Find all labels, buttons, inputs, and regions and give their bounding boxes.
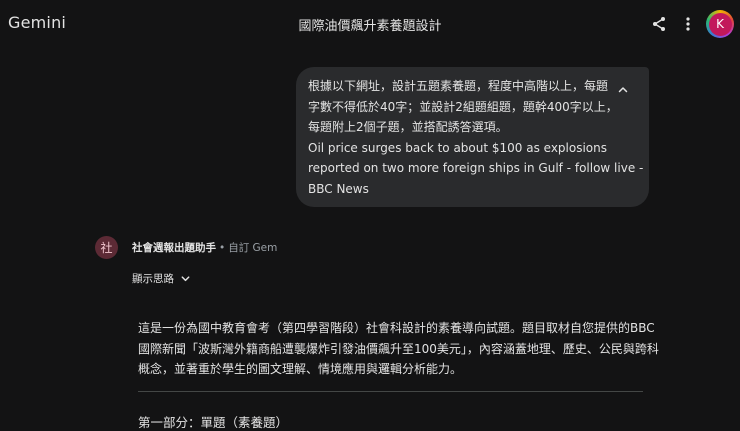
user-message-line: Oil price surges back to about $100 as e… [308, 140, 608, 155]
gem-name-row: 社會週報出題助手 • 自訂 Gem [132, 240, 277, 255]
section-heading: 第一部分：單題（素養題） [138, 415, 289, 430]
user-message-line: 每題附上2個子題，並搭配誘答選項。 [308, 120, 508, 134]
chevron-up-icon[interactable] [614, 81, 632, 99]
user-message-line: reported on two more foreign ships in Gu… [308, 161, 644, 175]
response-line: 國際新聞「波斯灣外籍商船遭襲爆炸引發油價飆升至100美元」，內容涵蓋地理、歷史、… [138, 341, 659, 356]
user-message-line: 根據以下網址，設計五題素養題，程度中高階以上，每題 [308, 79, 609, 93]
more-vert-icon[interactable] [676, 12, 700, 36]
gem-separator: • [219, 242, 226, 254]
show-thinking-label: 顯示思路 [132, 273, 174, 285]
gem-name: 社會週報出題助手 [132, 242, 216, 254]
section-divider [138, 391, 643, 392]
user-avatar-initial: K [708, 12, 732, 36]
user-avatar[interactable]: K [706, 10, 734, 38]
share-icon[interactable] [647, 12, 671, 36]
gem-avatar: 社 [95, 236, 118, 259]
chevron-down-icon [180, 273, 191, 284]
gem-subtitle: 自訂 Gem [228, 242, 278, 254]
chat-title: 國際油價飆升素養題設計 [298, 19, 442, 34]
response-line: 概念，並著重於學生的圖文理解、情境應用與邏輯分析能力。 [138, 362, 463, 376]
response-line: 這是一份為國中教育會考（第四學習階段）社會科設計的素養導向試題。題目取材自您提供… [138, 321, 655, 335]
user-message-bubble: 根據以下網址，設計五題素養題，程度中高階以上，每題 字數不得低於40字；並設計2… [296, 67, 649, 207]
show-thinking-button[interactable]: 顯示思路 [132, 271, 191, 286]
top-bar: Gemini 國際油價飆升素養題設計 K [0, 0, 740, 48]
app-brand[interactable]: Gemini [8, 13, 66, 32]
gemini-app: Gemini 國際油價飆升素養題設計 K 根據以下網址，設計五題素養題，程度中高… [0, 0, 740, 431]
user-message-line: BBC News [308, 181, 369, 196]
model-response-intro: 這是一份為國中教育會考（第四學習階段）社會科設計的素養導向試題。題目取材自您提供… [138, 318, 659, 380]
user-message-line: 字數不得低於40字；並設計2組題組題，題幹400字以上， [308, 99, 618, 114]
